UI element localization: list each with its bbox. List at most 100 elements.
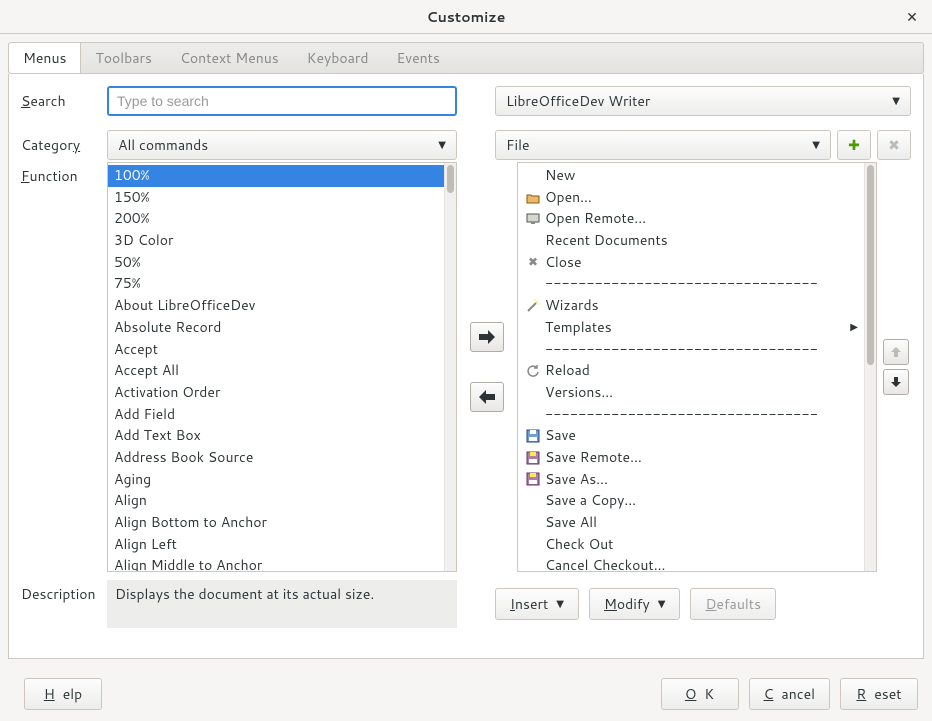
list-item-label: Save Remote...: [545, 447, 642, 469]
list-item[interactable]: Activation Order: [108, 382, 444, 404]
reload-icon: [524, 364, 542, 378]
delete-icon: ✖: [888, 135, 900, 155]
move-down-button[interactable]: [883, 369, 909, 395]
add-menu-button[interactable]: ✚: [837, 130, 871, 160]
list-item-label: Versions...: [545, 382, 613, 404]
tab-context-menus[interactable]: Context Menus: [166, 43, 293, 73]
close-icon: ✖: [524, 253, 542, 272]
list-item-label: Save a Copy...: [545, 490, 636, 512]
reset-button[interactable]: Reset: [840, 678, 918, 710]
list-item[interactable]: 3D Color: [108, 230, 444, 252]
saver-icon: [524, 451, 542, 465]
tab-toolbars[interactable]: Toolbars: [81, 43, 166, 73]
list-item[interactable]: 150%: [108, 187, 444, 209]
window-title: Customize: [427, 7, 506, 27]
list-item[interactable]: ---------------------------------: [518, 273, 864, 295]
list-item[interactable]: Add Text Box: [108, 425, 444, 447]
list-item[interactable]: New: [518, 165, 864, 187]
list-item[interactable]: Accept All: [108, 360, 444, 382]
dialog-footer: Help OK Cancel Reset: [0, 667, 932, 721]
scrollbar[interactable]: [444, 163, 456, 571]
category-value: All commands: [118, 135, 208, 155]
list-item-label: Templates: [545, 317, 612, 339]
target-menu-combo[interactable]: File ▼: [495, 130, 831, 160]
function-listbox[interactable]: 100%150%200%3D Color50%75%About LibreOff…: [107, 162, 457, 572]
list-item[interactable]: Save: [518, 425, 864, 447]
list-item[interactable]: Check Out: [518, 534, 864, 556]
chevron-down-icon: ▼: [658, 597, 666, 611]
list-item-label: New: [545, 165, 575, 187]
list-item[interactable]: About LibreOfficeDev: [108, 295, 444, 317]
titlebar: Customize ✕: [0, 0, 932, 34]
list-item[interactable]: Accept: [108, 339, 444, 361]
list-item[interactable]: Open Remote...: [518, 208, 864, 230]
list-item-label: Open...: [545, 187, 592, 209]
list-item[interactable]: Save Remote...: [518, 447, 864, 469]
list-item[interactable]: Add Field: [108, 404, 444, 426]
list-item-label: Cancel Checkout...: [545, 555, 665, 571]
list-item-label: ---------------------------------: [545, 339, 818, 361]
list-item-label: ---------------------------------: [545, 273, 818, 295]
close-icon[interactable]: ✕: [902, 7, 922, 27]
list-item[interactable]: Cancel Checkout...: [518, 555, 864, 571]
list-item[interactable]: Open...: [518, 187, 864, 209]
category-combo[interactable]: All commands ▼: [107, 130, 457, 160]
tab-menus[interactable]: Menus: [9, 43, 81, 73]
list-item[interactable]: ✖Close: [518, 252, 864, 274]
list-item-label: ---------------------------------: [545, 404, 818, 426]
folder-icon: [524, 191, 542, 205]
list-item[interactable]: Versions...: [518, 382, 864, 404]
insert-button[interactable]: Insert▼: [495, 588, 579, 620]
scrollbar[interactable]: [864, 163, 876, 571]
arrow-down-icon: [890, 376, 902, 388]
ok-button[interactable]: OK: [661, 678, 739, 710]
list-item[interactable]: 100%: [108, 165, 444, 187]
list-item[interactable]: Templates ▶: [518, 317, 864, 339]
list-item[interactable]: Save All: [518, 512, 864, 534]
list-item[interactable]: Aging: [108, 469, 444, 491]
list-item-label: Save All: [545, 512, 597, 534]
move-up-button: [883, 339, 909, 365]
list-item-label: Reload: [545, 360, 590, 382]
list-item[interactable]: Align Bottom to Anchor: [108, 512, 444, 534]
list-item-label: Close: [545, 252, 582, 274]
list-item-label: Open Remote...: [545, 208, 646, 230]
list-item[interactable]: Reload: [518, 360, 864, 382]
tab-bar: Menus Toolbars Context Menus Keyboard Ev…: [8, 42, 924, 74]
scroll-thumb[interactable]: [447, 165, 454, 193]
list-item[interactable]: Save a Copy...: [518, 490, 864, 512]
list-item[interactable]: Align: [108, 490, 444, 512]
list-item[interactable]: Recent Documents: [518, 230, 864, 252]
list-item[interactable]: 200%: [108, 208, 444, 230]
arrow-right-icon: [477, 329, 497, 345]
list-item-label: Save: [545, 425, 576, 447]
target-menu-value: File: [506, 135, 530, 155]
tab-events[interactable]: Events: [383, 43, 454, 73]
search-input[interactable]: [107, 86, 457, 116]
submenu-arrow-icon: ▶: [850, 320, 858, 336]
list-item[interactable]: 75%: [108, 273, 444, 295]
list-item[interactable]: ---------------------------------: [518, 339, 864, 361]
list-item[interactable]: Align Left: [108, 534, 444, 556]
wand-icon: [524, 299, 542, 313]
assigned-listbox[interactable]: NewOpen...Open Remote...Recent Documents…: [517, 162, 877, 572]
list-item[interactable]: ---------------------------------: [518, 404, 864, 426]
description-label: Description: [21, 580, 103, 604]
scope-combo[interactable]: LibreOfficeDev Writer ▼: [495, 86, 911, 116]
list-item[interactable]: Wizards: [518, 295, 864, 317]
scroll-thumb[interactable]: [867, 165, 874, 365]
help-button[interactable]: Help: [24, 678, 102, 710]
category-label: Category: [21, 135, 103, 155]
search-label: Search: [21, 91, 103, 111]
cancel-button[interactable]: Cancel: [749, 678, 831, 710]
list-item[interactable]: Address Book Source: [108, 447, 444, 469]
remove-command-button[interactable]: [470, 382, 504, 412]
function-label: Function: [21, 162, 103, 186]
list-item[interactable]: Absolute Record: [108, 317, 444, 339]
add-command-button[interactable]: [470, 322, 504, 352]
list-item[interactable]: Align Middle to Anchor: [108, 555, 444, 571]
list-item[interactable]: 50%: [108, 252, 444, 274]
modify-button[interactable]: Modify▼: [589, 588, 680, 620]
tab-keyboard[interactable]: Keyboard: [293, 43, 383, 73]
list-item[interactable]: Save As...: [518, 469, 864, 491]
